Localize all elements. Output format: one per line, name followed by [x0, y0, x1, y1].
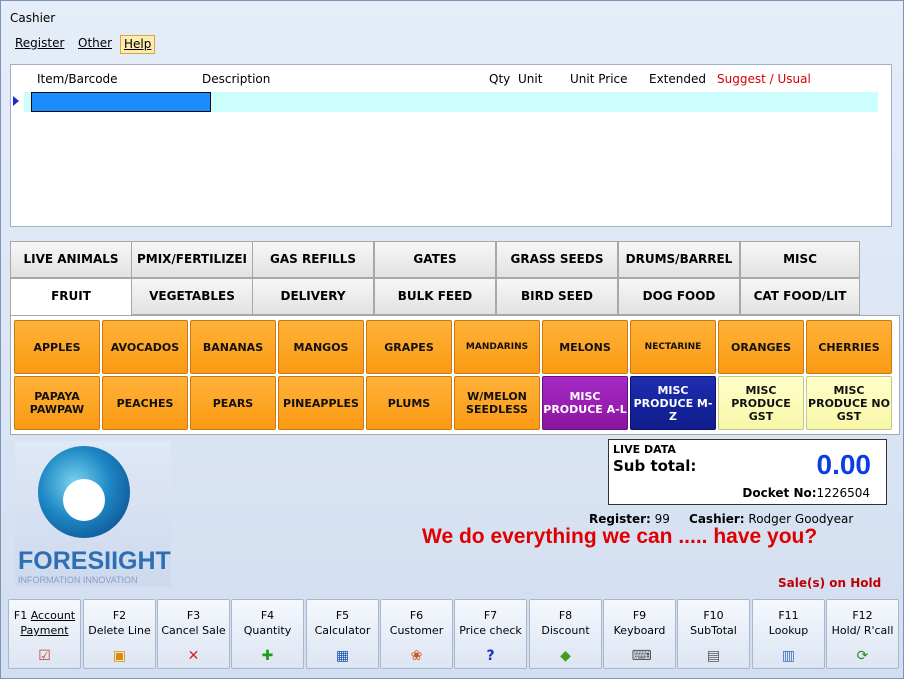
col-extended: Extended	[649, 72, 706, 86]
tab-live-animals[interactable]: LIVE ANIMALS	[10, 241, 132, 278]
product-nectarine[interactable]: NECTARINE	[630, 320, 716, 374]
product-oranges[interactable]: ORANGES	[718, 320, 804, 374]
customer-icon: ❀	[410, 648, 423, 664]
tab-gates[interactable]: GATES	[374, 241, 496, 278]
f8-discount-button[interactable]: F8 Discount ◆	[529, 599, 602, 669]
product-watermelon-seedless[interactable]: W/MELON SEEDLESS	[454, 376, 540, 430]
menu-help[interactable]: Help	[120, 35, 156, 54]
product-misc-a-l[interactable]: MISC PRODUCE A-L	[542, 376, 628, 430]
product-misc-no-gst[interactable]: MISC PRODUCE NO GST	[806, 376, 892, 430]
calculator-icon: ▦	[335, 648, 350, 664]
tab-cat-food[interactable]: CAT FOOD/LIT	[740, 278, 860, 315]
product-grapes[interactable]: GRAPES	[366, 320, 452, 374]
product-avocados[interactable]: AVOCADOS	[102, 320, 188, 374]
register-label: Register:	[589, 512, 651, 526]
col-unit-price: Unit Price	[570, 72, 628, 86]
product-plums[interactable]: PLUMS	[366, 376, 452, 430]
product-cherries[interactable]: CHERRIES	[806, 320, 892, 374]
tab-pmix-fertilizer[interactable]: PMIX/FERTILIZEI	[131, 241, 253, 278]
product-mangos[interactable]: MANGOS	[278, 320, 364, 374]
product-pineapples[interactable]: PINEAPPLES	[278, 376, 364, 430]
f10-subtotal-button[interactable]: F10 SubTotal ▤	[677, 599, 750, 669]
tab-delivery[interactable]: DELIVERY	[252, 278, 374, 315]
tab-misc[interactable]: MISC	[740, 241, 860, 278]
logo-wordmark: FORESIIGHT	[18, 547, 171, 575]
col-suggest-usual: Suggest / Usual	[717, 72, 811, 86]
f5-calculator-button[interactable]: F5 Calculator ▦	[306, 599, 379, 669]
product-misc-gst[interactable]: MISC PRODUCE GST	[718, 376, 804, 430]
product-bananas[interactable]: BANANAS	[190, 320, 276, 374]
f4-quantity-button[interactable]: F4 Quantity ✚	[231, 599, 304, 669]
product-melons[interactable]: MELONS	[542, 320, 628, 374]
tab-vegetables[interactable]: VEGETABLES	[131, 278, 253, 315]
question-icon: ?	[486, 648, 495, 664]
col-qty: Qty	[489, 72, 511, 86]
register-value: 99	[654, 512, 670, 526]
lookup-icon: ▥	[781, 648, 796, 664]
live-data-label: LIVE DATA	[613, 443, 676, 456]
delete-line-icon: ▣	[112, 648, 127, 664]
f2-delete-line-button[interactable]: F2 Delete Line ▣	[83, 599, 156, 669]
foresight-logo: FORESIIGHT INFORMATION INNOVATION	[15, 441, 171, 587]
f3-cancel-sale-button[interactable]: F3 Cancel Sale ✕	[157, 599, 230, 669]
f9-keyboard-button[interactable]: F9 Keyboard ⌨	[603, 599, 676, 669]
subtotal-label: Sub total:	[613, 457, 697, 475]
tab-bird-seed[interactable]: BIRD SEED	[496, 278, 618, 315]
tab-gas-refills[interactable]: GAS REFILLS	[252, 241, 374, 278]
tab-bulk-feed[interactable]: BULK FEED	[374, 278, 496, 315]
cashier-label: Cashier:	[689, 512, 745, 526]
cashier-window: Cashier Register Other Help Item/Barcode…	[0, 0, 904, 679]
tab-fruit[interactable]: FRUIT	[10, 278, 132, 316]
tab-grass-seeds[interactable]: GRASS SEEDS	[496, 241, 618, 278]
f11-lookup-button[interactable]: F11 Lookup ▥	[752, 599, 825, 669]
logo-tagline: INFORMATION INNOVATION	[18, 575, 138, 585]
cancel-icon: ✕	[187, 648, 200, 664]
f1-account-payment-button[interactable]: F1 Account Payment ☑	[8, 599, 81, 669]
product-peaches[interactable]: PEACHES	[102, 376, 188, 430]
menu-bar: Register Other Help	[1, 32, 903, 56]
product-mandarins[interactable]: MANDARINS	[454, 320, 540, 374]
tab-dog-food[interactable]: DOG FOOD	[618, 278, 740, 315]
keyboard-icon: ⌨	[631, 648, 652, 664]
menu-other[interactable]: Other	[75, 35, 115, 54]
logo-ring-center	[63, 479, 105, 521]
f12-hold-recall-button[interactable]: F12 Hold/ R'call ⟳	[826, 599, 899, 669]
sale-lines-grid[interactable]: Item/Barcode Description Qty Unit Unit P…	[10, 64, 892, 227]
menu-register[interactable]: Register	[12, 35, 67, 54]
tab-drums-barrel[interactable]: DRUMS/BARREL	[618, 241, 740, 278]
col-description: Description	[202, 72, 271, 86]
product-papaya-pawpaw[interactable]: PAPAYA PAWPAW	[14, 376, 100, 430]
hold-icon: ⟳	[856, 648, 869, 664]
item-barcode-input[interactable]	[31, 92, 211, 112]
sales-on-hold[interactable]: Sale(s) on Hold	[778, 576, 881, 590]
f6-customer-button[interactable]: F6 Customer ❀	[380, 599, 453, 669]
window-title: Cashier	[10, 11, 56, 25]
function-key-bar: F1 Account Payment ☑ F2 Delete Line ▣ F3 C…	[8, 599, 900, 669]
docket-number: Docket No:1226504	[742, 486, 870, 500]
grid-header: Item/Barcode Description Qty Unit Unit P…	[11, 65, 891, 89]
plus-icon: ✚	[261, 648, 274, 664]
product-apples[interactable]: APPLES	[14, 320, 100, 374]
f7-price-check-button[interactable]: F7 Price check ?	[454, 599, 527, 669]
payment-icon: ☑	[38, 648, 51, 664]
subtotal-icon: ▤	[706, 648, 721, 664]
subtotal-value: 0.00	[816, 449, 872, 480]
slogan-text: We do everything we can ..... have you?	[422, 525, 818, 548]
register-cashier-info: Register: 99 Cashier: Rodger Goodyear	[589, 512, 853, 526]
live-data-box: LIVE DATA Sub total: 0.00 Docket No:1226…	[608, 439, 887, 505]
product-misc-m-z[interactable]: MISC PRODUCE M-Z	[630, 376, 716, 430]
row-pointer-icon	[13, 96, 19, 106]
col-unit: Unit	[518, 72, 543, 86]
cashier-value: Rodger Goodyear	[748, 512, 854, 526]
product-pears[interactable]: PEARS	[190, 376, 276, 430]
discount-icon: ◆	[560, 648, 571, 664]
col-item-barcode: Item/Barcode	[37, 72, 118, 86]
